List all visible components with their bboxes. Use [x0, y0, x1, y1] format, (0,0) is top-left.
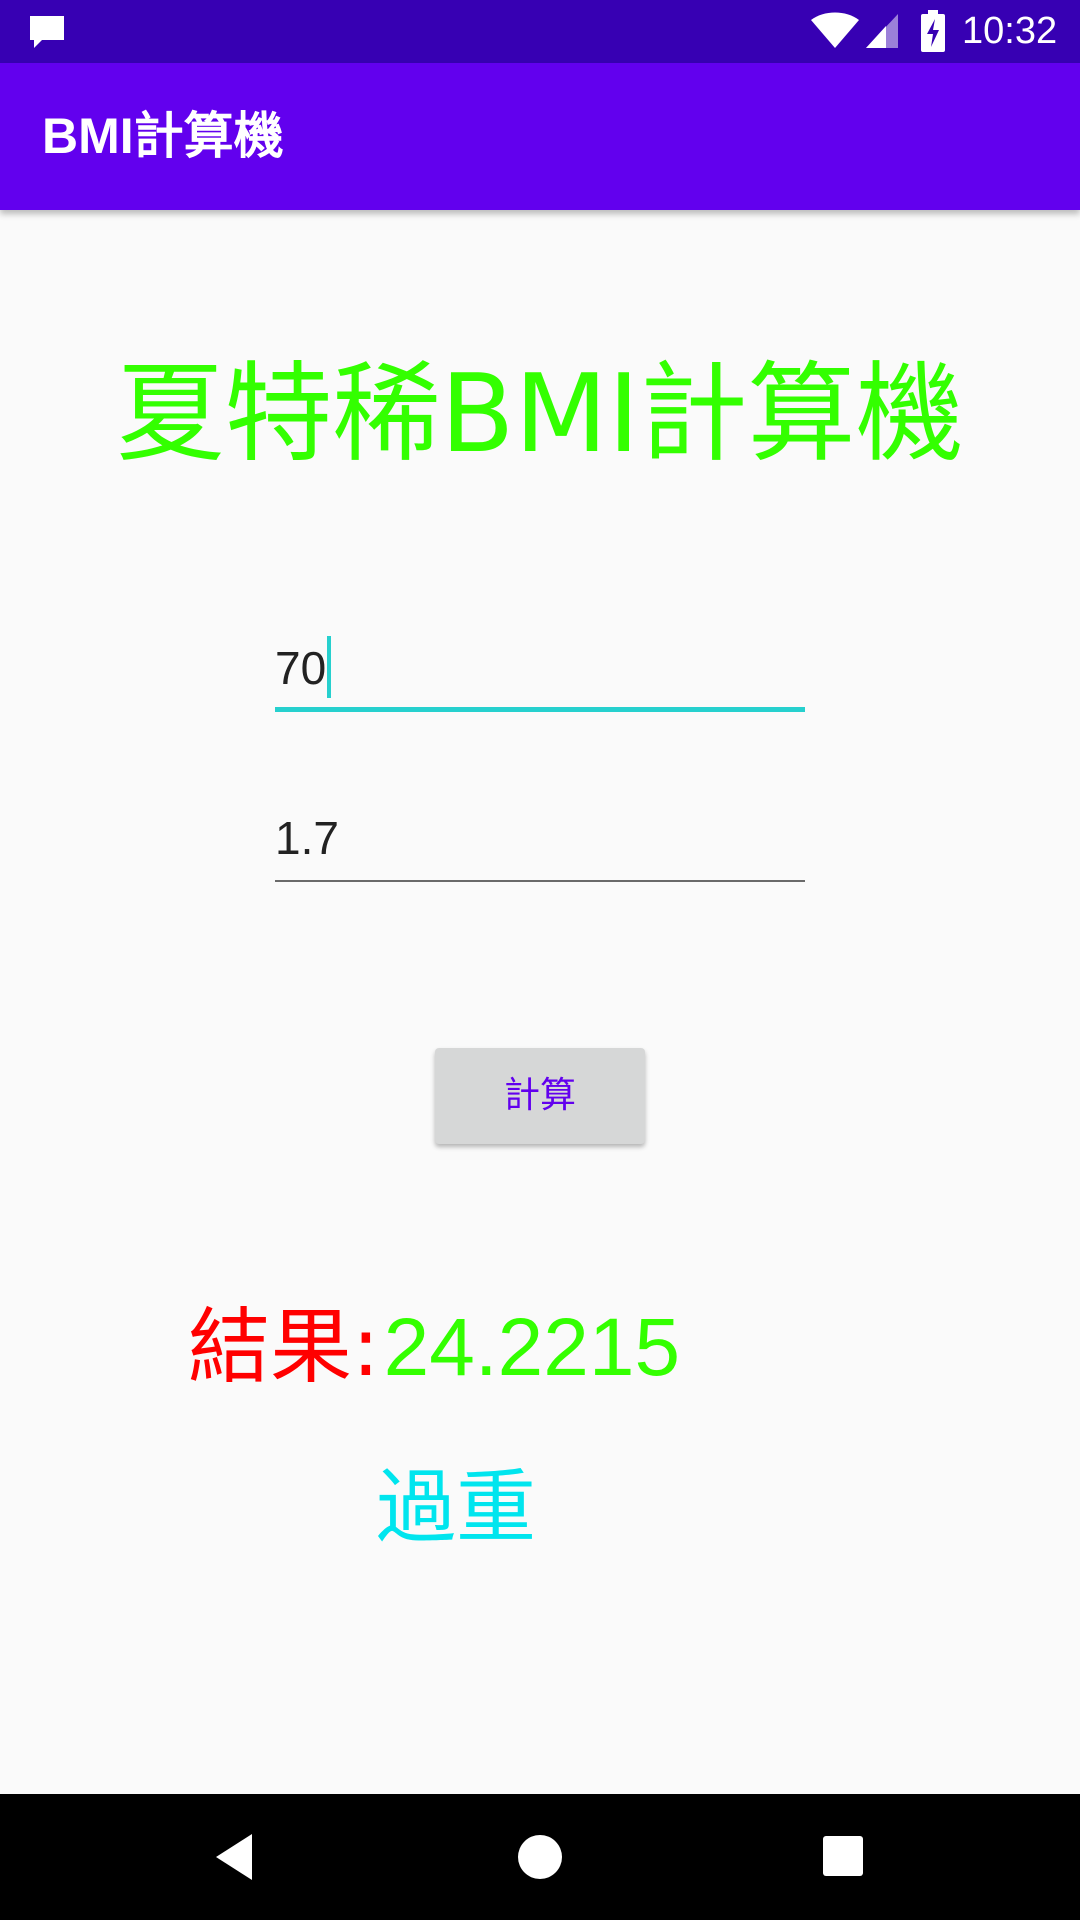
app-title: BMI計算機: [42, 108, 284, 164]
status-clock: 10:32: [962, 10, 1058, 52]
notification-icon: [30, 16, 64, 48]
page-heading: 夏特稀BMI計算機: [116, 352, 964, 477]
back-icon[interactable]: [200, 1820, 274, 1894]
wifi-icon: [811, 12, 859, 48]
weight-input-underline: [275, 707, 805, 712]
height-input-underline: [275, 880, 805, 882]
result-label: 結果:: [188, 1300, 380, 1395]
result-row: 結果:24.2215: [188, 1298, 680, 1398]
app-screen: 10:32 BMI計算機 夏特稀BMI計算機 70 1.7 計算 結果:24.2…: [0, 0, 1080, 1920]
recents-icon[interactable]: [807, 1820, 881, 1894]
height-input-value[interactable]: 1.7: [275, 808, 339, 868]
result-status: 過重: [376, 1461, 536, 1554]
home-icon[interactable]: [503, 1820, 577, 1894]
status-bar: 10:32: [0, 0, 1080, 63]
height-input[interactable]: 1.7: [275, 800, 805, 882]
calculate-button[interactable]: 計算: [435, 1048, 645, 1144]
text-cursor: [327, 636, 332, 698]
result-value: 24.2215: [383, 1302, 681, 1393]
signal-icon: [866, 14, 898, 48]
app-bar: BMI計算機: [0, 63, 1080, 210]
weight-input-value[interactable]: 70: [275, 636, 332, 698]
navigation-bar: [0, 1794, 1080, 1920]
weight-input[interactable]: 70: [275, 630, 805, 712]
battery-charging-icon: [921, 10, 945, 52]
